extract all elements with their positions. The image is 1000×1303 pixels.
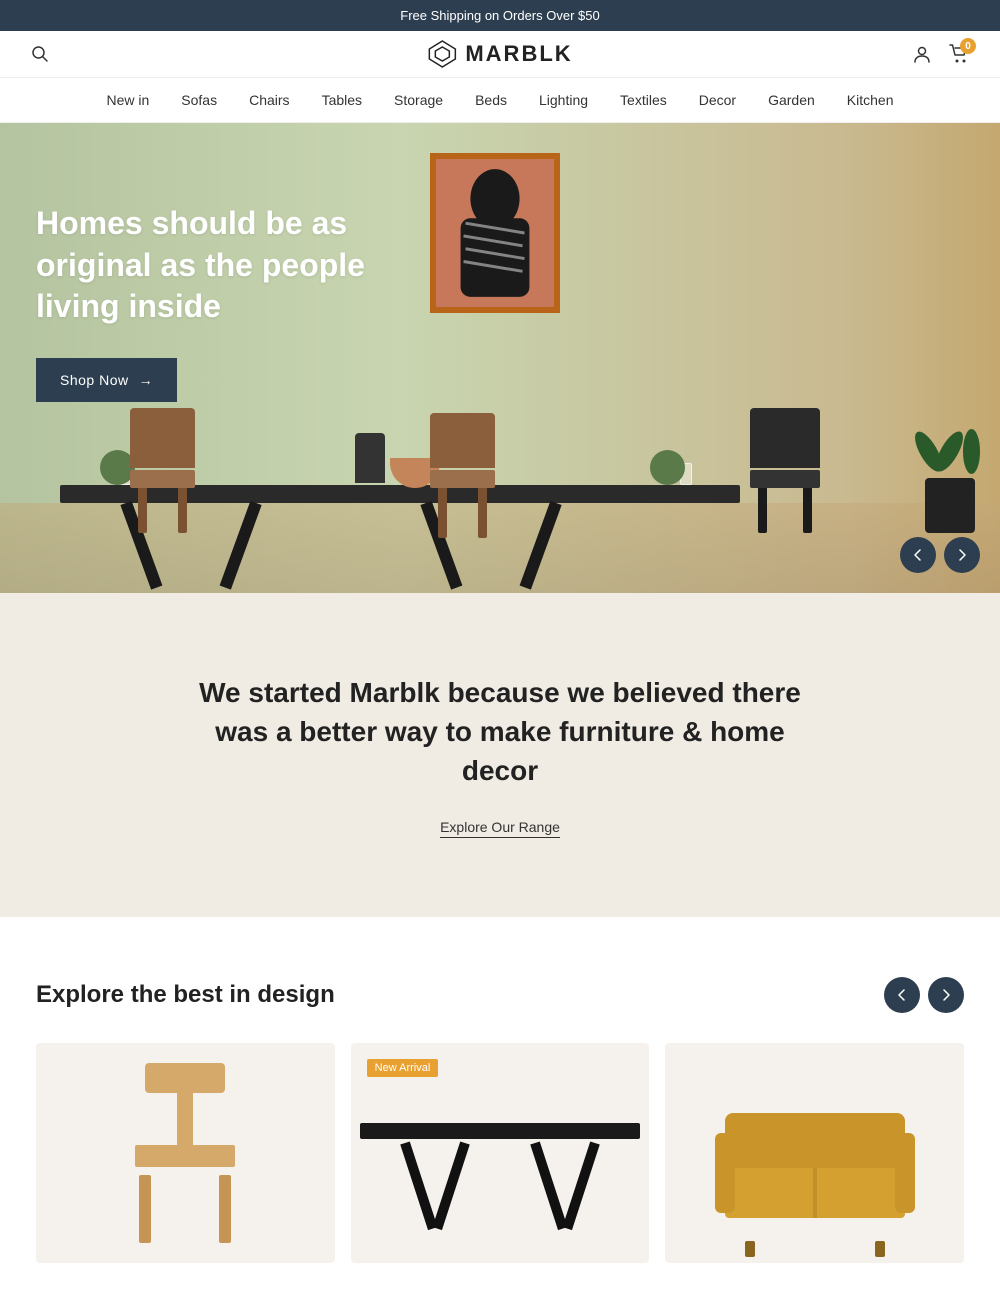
table-leg-1: [400, 1141, 437, 1230]
hero-next-button[interactable]: [944, 537, 980, 573]
chair-illustration: [36, 1063, 335, 1263]
art-figure: [436, 158, 554, 308]
nav-item-new-in[interactable]: New in: [106, 92, 149, 108]
plant-leaves: [920, 429, 980, 474]
banner-text: Free Shipping on Orders Over $50: [400, 8, 599, 23]
nav-item-storage[interactable]: Storage: [394, 92, 443, 108]
sofa-cushion-divider: [813, 1168, 817, 1218]
nav-item-textiles[interactable]: Textiles: [620, 92, 667, 108]
products-prev-button[interactable]: [884, 977, 920, 1013]
header-left: [30, 44, 50, 64]
mission-title: We started Marblk because we believed th…: [180, 673, 820, 791]
cart-badge: 0: [960, 38, 976, 54]
chair-leg-fl: [139, 1175, 151, 1243]
cart-button[interactable]: 0: [948, 43, 970, 65]
arrow-right-icon: [955, 548, 969, 562]
chair-right: [750, 408, 820, 533]
products-section-title: Explore the best in design: [36, 981, 335, 1009]
chair-middle: [430, 413, 495, 538]
art-frame: [430, 153, 560, 313]
hero-section: Homes should be as original as the peopl…: [0, 123, 1000, 593]
mission-section: We started Marblk because we believed th…: [0, 593, 1000, 917]
product-grid: New Arrival: [36, 1043, 964, 1263]
hero-navigation: [900, 537, 980, 573]
main-nav: New in Sofas Chairs Tables Storage Beds …: [0, 78, 1000, 123]
nav-item-beds[interactable]: Beds: [475, 92, 507, 108]
nav-item-decor[interactable]: Decor: [699, 92, 736, 108]
products-navigation: [884, 977, 964, 1013]
account-button[interactable]: [912, 44, 932, 64]
arrow-icon: →: [139, 372, 154, 388]
chair-seat: [135, 1145, 235, 1167]
hero-prev-button[interactable]: [900, 537, 936, 573]
products-next-button[interactable]: [928, 977, 964, 1013]
table-top: [360, 1123, 640, 1139]
plant-leaf-3: [963, 429, 980, 474]
nav-item-chairs[interactable]: Chairs: [249, 92, 289, 108]
explore-range-link[interactable]: Explore Our Range: [440, 819, 560, 838]
table-leg-4: [562, 1141, 599, 1230]
sofa-illustration: [665, 1063, 964, 1263]
chair-back-top: [145, 1063, 225, 1093]
table-illus: [360, 1083, 640, 1233]
arrow-left-icon: [895, 988, 909, 1002]
logo-text: MARBLK: [465, 41, 572, 67]
plant-pot: [925, 478, 975, 533]
product-card-chair[interactable]: [36, 1043, 335, 1263]
chair-illus-1: [125, 1063, 245, 1243]
table-illustration: [351, 1063, 650, 1263]
hero-content: Homes should be as original as the peopl…: [36, 203, 416, 402]
hero-title: Homes should be as original as the peopl…: [36, 203, 416, 328]
new-arrival-badge: New Arrival: [367, 1059, 439, 1077]
table-leg-3: [530, 1141, 567, 1230]
search-icon: [30, 44, 50, 64]
top-banner: Free Shipping on Orders Over $50: [0, 0, 1000, 31]
search-button[interactable]: [30, 44, 50, 64]
chair-back-post: [177, 1093, 193, 1148]
header: MARBLK 0: [0, 31, 1000, 78]
sofa-leg-right: [875, 1241, 885, 1257]
sofa-illus: [725, 1103, 905, 1243]
nav-item-lighting[interactable]: Lighting: [539, 92, 588, 108]
sofa-arm-right: [895, 1133, 915, 1213]
nav-item-garden[interactable]: Garden: [768, 92, 815, 108]
kettle: [355, 433, 385, 483]
arrow-left-icon: [911, 548, 925, 562]
nav-item-tables[interactable]: Tables: [322, 92, 362, 108]
header-right: 0: [912, 43, 970, 65]
product-card-sofa[interactable]: [665, 1043, 964, 1263]
products-section: Explore the best in design: [0, 917, 1000, 1303]
sofa-arm-left: [715, 1133, 735, 1213]
table-leg-2: [432, 1141, 469, 1230]
plate-2: [650, 450, 685, 485]
arrow-right-icon: [939, 988, 953, 1002]
chair-leg-fr: [219, 1175, 231, 1243]
logo-icon: [427, 39, 457, 69]
products-header: Explore the best in design: [36, 977, 964, 1013]
plant: [920, 429, 980, 533]
shop-now-button[interactable]: Shop Now →: [36, 358, 177, 402]
logo[interactable]: MARBLK: [427, 39, 572, 69]
chair-left: [130, 408, 195, 533]
account-icon: [912, 44, 932, 64]
nav-item-sofas[interactable]: Sofas: [181, 92, 217, 108]
sofa-leg-left: [745, 1241, 755, 1257]
shop-now-label: Shop Now: [60, 372, 129, 388]
nav-item-kitchen[interactable]: Kitchen: [847, 92, 894, 108]
product-card-table[interactable]: New Arrival: [351, 1043, 650, 1263]
